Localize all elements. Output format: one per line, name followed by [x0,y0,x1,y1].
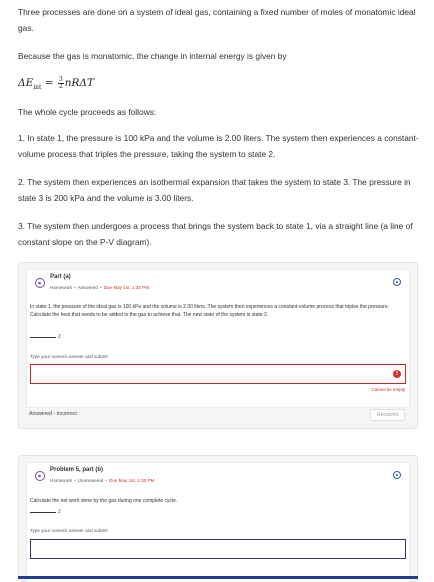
error-icon: ! [393,370,401,378]
intro-paragraph-1: Three processes are done on a system of … [18,7,416,33]
part-a-type: Homework [50,285,72,290]
part-a-title: Part (a) [50,274,71,280]
part-a-card: Part (a) Homework • Answered • Due May 1st, … [18,262,418,429]
equation-fraction: 32 [57,76,64,90]
question-icon [35,278,45,288]
part-a-error-message: Cannot be empty [371,387,405,392]
internal-energy-equation: ΔEint = 3 2 nRΔT [18,74,420,97]
part-a-status: Answered - Incorrect [29,411,77,417]
part-b-inner: Problem 5, part (b) Homework • Unanswered •… [26,462,410,582]
bottom-accent-bar [18,576,418,579]
part-a-answer-input[interactable] [30,364,406,384]
fraction-denominator: 2 [58,82,63,90]
part-b-state: Unanswered [77,478,104,483]
part-a-state: Answered [77,285,98,290]
part-a-answer-blank: J [30,334,61,340]
step-3-text: 3. The system then undergoes a process t… [18,221,413,247]
part-b-unit: J [58,509,61,515]
info-icon[interactable] [393,278,401,286]
equation-rhs: nRΔT [64,77,95,89]
part-a-due: Due May 1st, 1:30 PM [103,285,150,290]
part-b-question: Calculate the net work done by the gas d… [30,498,178,504]
part-b-due: Due May 1st, 1:30 PM [108,478,155,483]
part-a-inner: Part (a) Homework • Answered • Due May 1st, … [26,269,410,408]
part-b-answer-blank: J [30,509,61,515]
part-b-instruction: Type your numeric answer and submit [30,528,108,533]
part-b-type: Homework [50,478,72,483]
part-a-meta: Homework • Answered • Due May 1st, 1:30 PM [50,285,150,290]
resubmit-button[interactable]: Resubmit [369,409,405,421]
part-a-instruction: Type your numeric answer and submit [30,354,108,359]
part-a-unit: J [58,334,61,340]
part-a-question: In state 1, the pressure of the ideal ga… [30,304,389,318]
question-icon [35,471,45,481]
step-2-text: 2. The system then experiences an isothe… [18,177,411,203]
equation-equals: = [41,77,57,89]
part-b-meta: Homework • Unanswered • Due May 1st, 1:30 PM [50,478,155,483]
intro-paragraph-2: Because the gas is monatomic, the change… [18,51,287,61]
info-icon[interactable] [393,471,401,479]
step-1-text: 1. In state 1, the pressure is 100 kPa a… [18,133,419,159]
part-b-title: Problem 5, part (b) [50,467,104,473]
intro-paragraph-3: The whole cycle proceeds as follows: [18,107,157,117]
part-b-answer-input[interactable] [30,539,406,559]
part-b-card: Problem 5, part (b) Homework • Unanswered •… [18,455,418,582]
equation-lhs: ΔE [18,77,34,89]
